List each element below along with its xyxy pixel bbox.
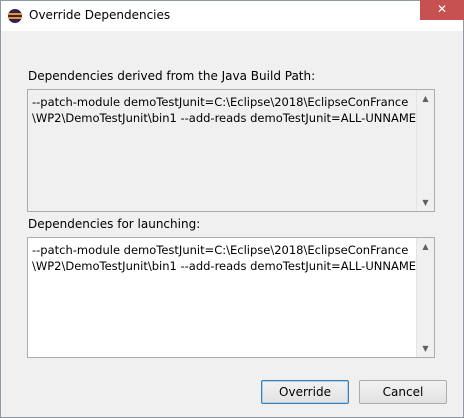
build-path-text: --patch-module demoTestJunit=C:\Eclipse\… [32, 95, 425, 125]
launching-text: --patch-module demoTestJunit=C:\Eclipse\… [32, 243, 425, 273]
eclipse-icon [8, 9, 22, 23]
scroll-down-arrow-icon[interactable]: ▼ [417, 194, 434, 211]
build-path-label: Dependencies derived from the Java Build… [28, 69, 316, 83]
title-bar: Override Dependencies ✕ [1, 0, 464, 31]
cancel-button[interactable]: Cancel [359, 380, 447, 404]
launching-textarea[interactable]: --patch-module demoTestJunit=C:\Eclipse\… [27, 237, 435, 358]
launching-label: Dependencies for launching: [28, 217, 201, 231]
build-path-textarea[interactable]: --patch-module demoTestJunit=C:\Eclipse\… [27, 89, 435, 212]
scroll-down-arrow-icon[interactable]: ▼ [417, 340, 434, 357]
scroll-up-arrow-icon[interactable]: ▲ [417, 238, 434, 255]
close-button[interactable]: ✕ [420, 0, 464, 20]
scroll-up-arrow-icon[interactable]: ▲ [417, 90, 434, 107]
override-button[interactable]: Override [261, 380, 349, 404]
build-path-scrollbar[interactable]: ▲ ▼ [416, 90, 434, 211]
launching-scrollbar[interactable]: ▲ ▼ [416, 238, 434, 357]
override-dependencies-dialog: Override Dependencies ✕ Dependencies der… [0, 0, 464, 418]
window-title: Override Dependencies [29, 8, 171, 22]
